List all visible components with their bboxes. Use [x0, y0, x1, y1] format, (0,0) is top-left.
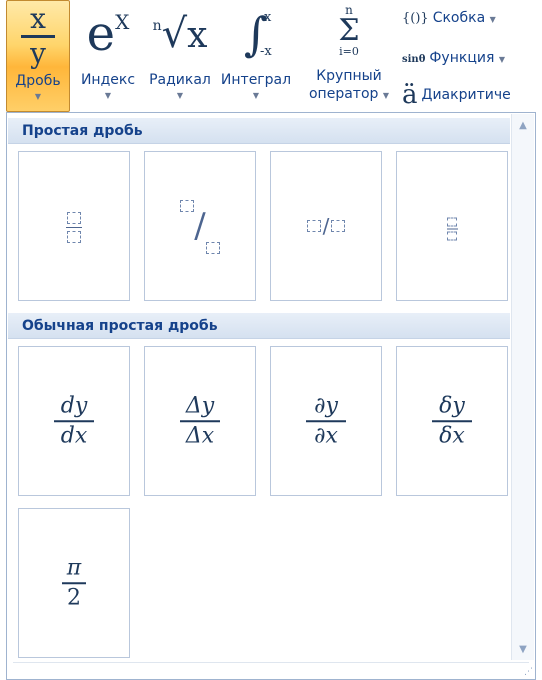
radical-button-label: Радикал: [149, 72, 211, 88]
resize-grip-icon[interactable]: ⋰: [524, 667, 533, 677]
stacked-fraction-icon: [19, 209, 129, 243]
radical-button[interactable]: n√x Радикал ▼: [144, 0, 216, 112]
chevron-down-icon: ▼: [489, 15, 496, 24]
sigma-icon: n Σ i=0: [338, 3, 360, 58]
linear-fraction-icon: /: [271, 214, 381, 238]
small-fraction-icon: [397, 212, 507, 241]
large-operator-label-line2: оператор ▼: [308, 86, 389, 102]
function-icon: sinθ: [402, 54, 426, 65]
integral-icon: ∫ x -x: [244, 7, 272, 61]
fraction-small-delta-tile[interactable]: δy δx: [396, 346, 508, 496]
fraction-dy-dx-tile[interactable]: dy dx: [18, 346, 130, 496]
script-button-label: Индекс: [80, 72, 136, 88]
skewed-fraction-icon: /: [145, 200, 255, 254]
linear-fraction-tile[interactable]: /: [270, 151, 382, 301]
small-fraction-tile[interactable]: [396, 151, 508, 301]
section-common-fraction: Обычная простая дробь: [8, 313, 510, 339]
script-icon: eX: [86, 6, 130, 62]
section-stacked-fraction: Простая дробь: [8, 118, 510, 144]
chevron-down-icon: ▼: [498, 55, 505, 64]
fraction-gallery: Простая дробь / / Обычная простая дробь …: [6, 112, 536, 680]
scroll-up-icon[interactable]: ▲: [512, 116, 534, 136]
accent-icon: ä: [402, 80, 418, 110]
large-operator-button[interactable]: n Σ i=0 Крупный оператор ▼: [300, 0, 398, 112]
vertical-scrollbar[interactable]: ▲ ▼: [511, 114, 534, 660]
bracket-icon: {()}: [402, 11, 429, 26]
bracket-button[interactable]: {()} Скобка ▼: [402, 10, 496, 26]
fraction-button-label: Дробь: [15, 73, 61, 89]
integral-button[interactable]: ∫ x -x Интеграл ▼: [216, 0, 296, 112]
radical-icon: n√x: [152, 11, 208, 57]
fraction-icon: x y: [7, 5, 69, 68]
script-button[interactable]: eX Индекс ▼: [72, 0, 144, 112]
chevron-down-icon: ▼: [382, 91, 389, 100]
fraction-button[interactable]: x y Дробь ▼: [6, 0, 70, 112]
chevron-down-icon: ▼: [104, 91, 112, 100]
accent-button[interactable]: ä Диакритиче: [402, 82, 511, 108]
skewed-fraction-tile[interactable]: /: [144, 151, 256, 301]
large-operator-label-line1: Крупный: [316, 68, 382, 84]
equation-ribbon: x y Дробь ▼ eX Индекс ▼ n√x Радикал ▼ ∫ …: [0, 0, 542, 112]
fraction-partial-y-partial-x-tile[interactable]: ∂y ∂x: [270, 346, 382, 496]
stacked-fraction-tile[interactable]: [18, 151, 130, 301]
small-buttons-group: {()} Скобка ▼ sinθ Функция ▼ ä Диакритиче: [402, 0, 542, 112]
fraction-delta-y-delta-x-tile[interactable]: Δy Δx: [144, 346, 256, 496]
resize-bar[interactable]: [13, 662, 529, 677]
function-button[interactable]: sinθ Функция ▼: [402, 50, 505, 66]
chevron-down-icon: ▼: [34, 92, 42, 101]
fraction-pi-over-2-tile[interactable]: π2: [18, 508, 130, 658]
chevron-down-icon: ▼: [252, 91, 260, 100]
scroll-down-icon[interactable]: ▼: [512, 640, 534, 660]
integral-button-label: Интеграл: [220, 72, 292, 88]
chevron-down-icon: ▼: [176, 91, 184, 100]
